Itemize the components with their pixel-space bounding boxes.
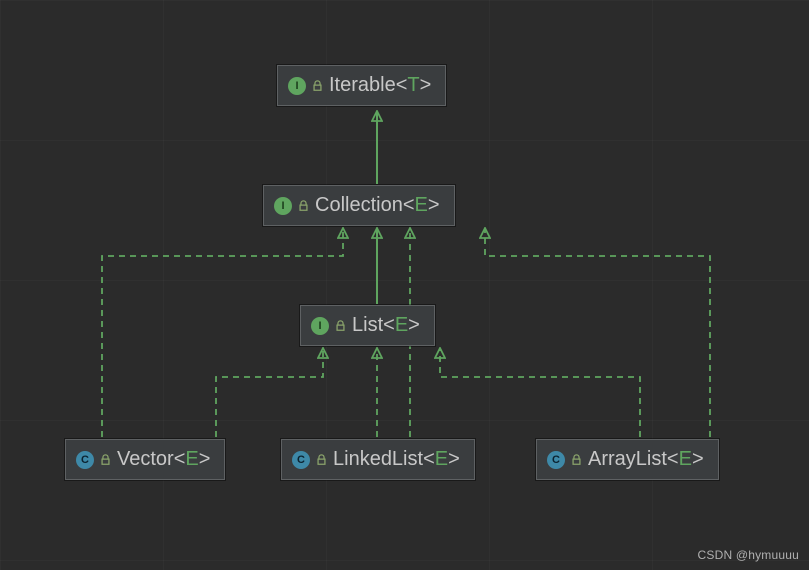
- node-label: Collection<E>: [315, 194, 440, 217]
- lock-icon: [100, 454, 111, 466]
- class-icon: C: [76, 451, 94, 469]
- node-label: Iterable<T>: [329, 74, 431, 97]
- node-label: LinkedList<E>: [333, 448, 460, 471]
- class-icon: C: [292, 451, 310, 469]
- node-arraylist[interactable]: C ArrayList<E>: [536, 439, 719, 480]
- node-iterable[interactable]: I Iterable<T>: [277, 65, 446, 106]
- lock-icon: [571, 454, 582, 466]
- node-collection[interactable]: I Collection<E>: [263, 185, 455, 226]
- node-list[interactable]: I List<E>: [300, 305, 435, 346]
- lock-icon: [298, 200, 309, 212]
- interface-icon: I: [311, 317, 329, 335]
- node-vector[interactable]: C Vector<E>: [65, 439, 225, 480]
- lock-icon: [335, 320, 346, 332]
- node-label: Vector<E>: [117, 448, 210, 471]
- node-linkedlist[interactable]: C LinkedList<E>: [281, 439, 475, 480]
- node-label: List<E>: [352, 314, 420, 337]
- lock-icon: [316, 454, 327, 466]
- watermark: CSDN @hymuuuu: [698, 548, 799, 562]
- interface-icon: I: [274, 197, 292, 215]
- interface-icon: I: [288, 77, 306, 95]
- node-label: ArrayList<E>: [588, 448, 704, 471]
- class-icon: C: [547, 451, 565, 469]
- lock-icon: [312, 80, 323, 92]
